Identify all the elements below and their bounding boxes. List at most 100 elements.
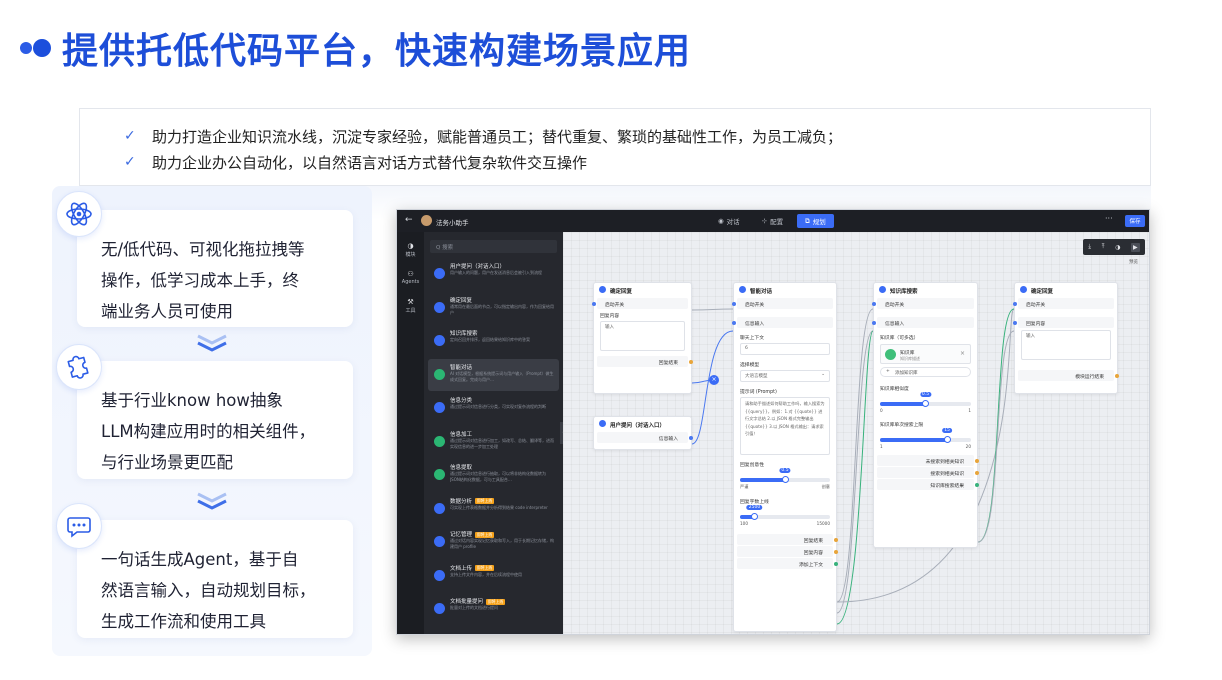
node-row: 启动开关 bbox=[592, 298, 688, 309]
search-limit-slider[interactable]: 15 bbox=[880, 428, 971, 443]
rail-item-agents[interactable]: ⚇ Agents bbox=[397, 270, 424, 285]
add-kb-button[interactable]: + 添加知识库 bbox=[880, 367, 971, 377]
row-label: 启动开关 bbox=[885, 303, 905, 308]
rail-item-modules[interactable]: ◑ 模块 bbox=[397, 242, 424, 258]
node-title: 确定回复 bbox=[610, 289, 633, 295]
input-port[interactable] bbox=[732, 321, 736, 325]
component-desc: 通过对话内容实现记忆获取和写入，用于长期记忆存储，构建用户 profile bbox=[450, 538, 554, 549]
slider-knob[interactable] bbox=[922, 400, 929, 407]
input-port[interactable] bbox=[1013, 321, 1017, 325]
puzzle-icon bbox=[56, 344, 102, 390]
input-port[interactable] bbox=[592, 302, 596, 306]
creativity-slider[interactable]: 0.5 bbox=[740, 468, 830, 483]
input-port[interactable] bbox=[872, 302, 876, 306]
node-reply[interactable]: 确定回复 启动开关 回复内容 输入 回复结束 bbox=[592, 282, 693, 394]
output-port[interactable] bbox=[975, 483, 979, 487]
tab-config[interactable]: ⊹ 配置 bbox=[754, 214, 791, 228]
atom-icon bbox=[56, 191, 102, 237]
bullet-text: 助力打造企业知识流水线，沉淀专家经验，赋能普通员工；替代重复、繁琐的基础性工作，… bbox=[152, 127, 843, 146]
workflow-canvas[interactable]: ⤓ ⤒ ◑ ▶ 预览 确定回复 启动开关 回复内容 输入 回复结束 用户提问（对… bbox=[563, 232, 1149, 634]
output-port[interactable] bbox=[689, 360, 693, 364]
slider-knob[interactable] bbox=[781, 476, 789, 483]
node-user-question[interactable]: 用户提问（对话入口） 信息输入 bbox=[593, 416, 693, 450]
field-label: 回复内容 bbox=[600, 314, 620, 319]
kb-card[interactable]: 知识库 知识库描述 × bbox=[880, 344, 971, 364]
tab-label: 规划 bbox=[812, 218, 826, 226]
slider-knob[interactable] bbox=[750, 513, 758, 520]
play-icon[interactable]: ▶ bbox=[1131, 242, 1140, 252]
output-port[interactable] bbox=[834, 562, 838, 566]
close-icon[interactable]: × bbox=[960, 350, 965, 357]
slider-knob[interactable] bbox=[943, 436, 951, 443]
reply-content-input[interactable]: 输入 bbox=[600, 321, 685, 351]
component-title: 文档上传 即将上线 bbox=[450, 564, 495, 572]
component-item[interactable]: 用户提问（对话入口） 用户输入的问题，用户在发送消息后会被引入到流程 bbox=[428, 258, 559, 290]
output-port[interactable] bbox=[834, 538, 838, 542]
row-label: 回复内容 bbox=[1026, 322, 1046, 327]
row-label: 添加上下文 bbox=[799, 563, 823, 568]
upload-icon[interactable]: ⤒ bbox=[1102, 243, 1105, 251]
component-title: 数据分析 即将上线 bbox=[450, 497, 495, 505]
output-port[interactable] bbox=[975, 459, 979, 463]
theme-icon[interactable]: ◑ bbox=[1115, 244, 1120, 251]
app-rail: ◑ 模块 ⚇ Agents ⚒ 工具 bbox=[397, 232, 424, 634]
component-icon bbox=[434, 402, 445, 413]
component-item[interactable]: 文档批量提问 即将上线 批量对上传的文档进行提问 bbox=[428, 593, 559, 625]
node-row: 启动开关 bbox=[1013, 298, 1114, 309]
similarity-slider[interactable]: 0.5 bbox=[880, 392, 971, 407]
more-icon[interactable]: ··· bbox=[1105, 214, 1113, 223]
max-tokens-slider[interactable]: 2500 bbox=[740, 505, 830, 520]
card-line: 端业务人员可使用 bbox=[101, 302, 233, 321]
component-item[interactable]: 智能对话 AI 对话模型，根据系统提示词与用户输入（Prompt）做生成式回复。完… bbox=[428, 358, 559, 391]
component-icon bbox=[434, 536, 445, 547]
node-kb-search[interactable]: 知识库搜索 启动开关 信息输入 知识库（可多选） 知识库 知识库描述 × + 添加… bbox=[872, 282, 979, 548]
output-port[interactable] bbox=[834, 550, 838, 554]
search-input[interactable]: Q 搜索 bbox=[430, 240, 557, 253]
output-port[interactable] bbox=[689, 436, 693, 440]
component-item[interactable]: 知识库搜索 定向召回并排序，返回结果给知识库中的答案 bbox=[428, 325, 559, 357]
component-item[interactable]: 数据分析 即将上线 可实现上传表格数据并分析得到结果 code interprete… bbox=[428, 493, 559, 525]
component-item[interactable]: 信息加工 通过提示词对信息进行加工，如改写、总结、翻译等，进而实现信息的进一步加工… bbox=[428, 426, 559, 458]
back-arrow-icon[interactable]: ← bbox=[405, 215, 413, 225]
component-item[interactable]: 记忆管理 即将上线 通过对话内容实现记忆获取和写入，用于长期记忆存储，构建用户 pr… bbox=[428, 526, 559, 558]
component-item[interactable]: 信息提取 通过提示词对信息进行抽取，可以将非结构化数据转为JSON结构化数据，可与… bbox=[428, 459, 559, 491]
slider-ends: 1 20 bbox=[880, 444, 971, 449]
node-title: 智能对话 bbox=[750, 289, 773, 295]
slider-value: 0.5 bbox=[779, 468, 791, 473]
kb-desc: 知识库描述 bbox=[900, 356, 920, 361]
node-row: 信息输入 bbox=[732, 317, 833, 328]
button-label: 添加知识库 bbox=[895, 371, 918, 376]
component-item[interactable]: 信息分类 通过提示词对信息进行分类，可实现对复杂流程的判断 bbox=[428, 392, 559, 424]
node-reply[interactable]: 确定回复 启动开关 回复内容 输入 模块运行结束 bbox=[1013, 282, 1119, 394]
row-label: 信息输入 bbox=[745, 322, 765, 327]
output-port[interactable] bbox=[975, 471, 979, 475]
component-desc: 通过提示词对信息进行加工，如改写、总结、翻译等，进而实现信息的进一步加工处理 bbox=[450, 437, 554, 449]
context-input[interactable]: 6 bbox=[740, 343, 830, 355]
slider-max: 1 bbox=[968, 408, 971, 413]
download-icon[interactable]: ⤓ bbox=[1088, 243, 1091, 251]
prompt-textarea[interactable]: 请和助手描述如何帮助工作吗，输入搜索为 {{query}}，例如：1.对 {{q… bbox=[740, 397, 830, 455]
node-smart-chat[interactable]: 智能对话 启动开关 信息输入 聊天上下文 6 选择模型 大语言模型 ⌄ 提示词 (… bbox=[732, 282, 838, 632]
delete-connection-icon[interactable]: × bbox=[709, 375, 719, 385]
coming-soon-badge: 即将上线 bbox=[475, 498, 495, 504]
input-port[interactable] bbox=[872, 321, 876, 325]
model-select[interactable]: 大语言模型 ⌄ bbox=[740, 370, 830, 382]
output-port[interactable] bbox=[1115, 374, 1119, 378]
tab-plan[interactable]: ⧉ 规划 bbox=[797, 214, 834, 228]
node-row: 添加上下文 bbox=[737, 558, 838, 569]
check-icon: ✓ bbox=[124, 154, 136, 170]
node-row: 回复结束 bbox=[597, 356, 693, 367]
input-port[interactable] bbox=[732, 302, 736, 306]
component-item[interactable]: 文档上传 即将上线 支持上传文件内容，并在后续流程中使用 bbox=[428, 560, 559, 592]
module-icon: ◑ bbox=[407, 242, 414, 250]
input-port[interactable] bbox=[1013, 302, 1017, 306]
rail-item-tools[interactable]: ⚒ 工具 bbox=[397, 298, 424, 314]
reply-content-input[interactable]: 输入 bbox=[1021, 330, 1111, 360]
preview-label: 预览 bbox=[1129, 260, 1138, 265]
component-item[interactable]: 确定回复 通常用在最后面的节点，可以指定输出内容，作为回复给用户 bbox=[428, 292, 559, 324]
row-label: 知识库搜索结果 bbox=[930, 484, 964, 489]
kb-icon bbox=[879, 286, 886, 293]
save-button[interactable]: 保存 bbox=[1125, 215, 1145, 227]
tab-chat[interactable]: ◉ 对话 bbox=[710, 214, 748, 228]
rail-label: 工具 bbox=[405, 308, 416, 314]
